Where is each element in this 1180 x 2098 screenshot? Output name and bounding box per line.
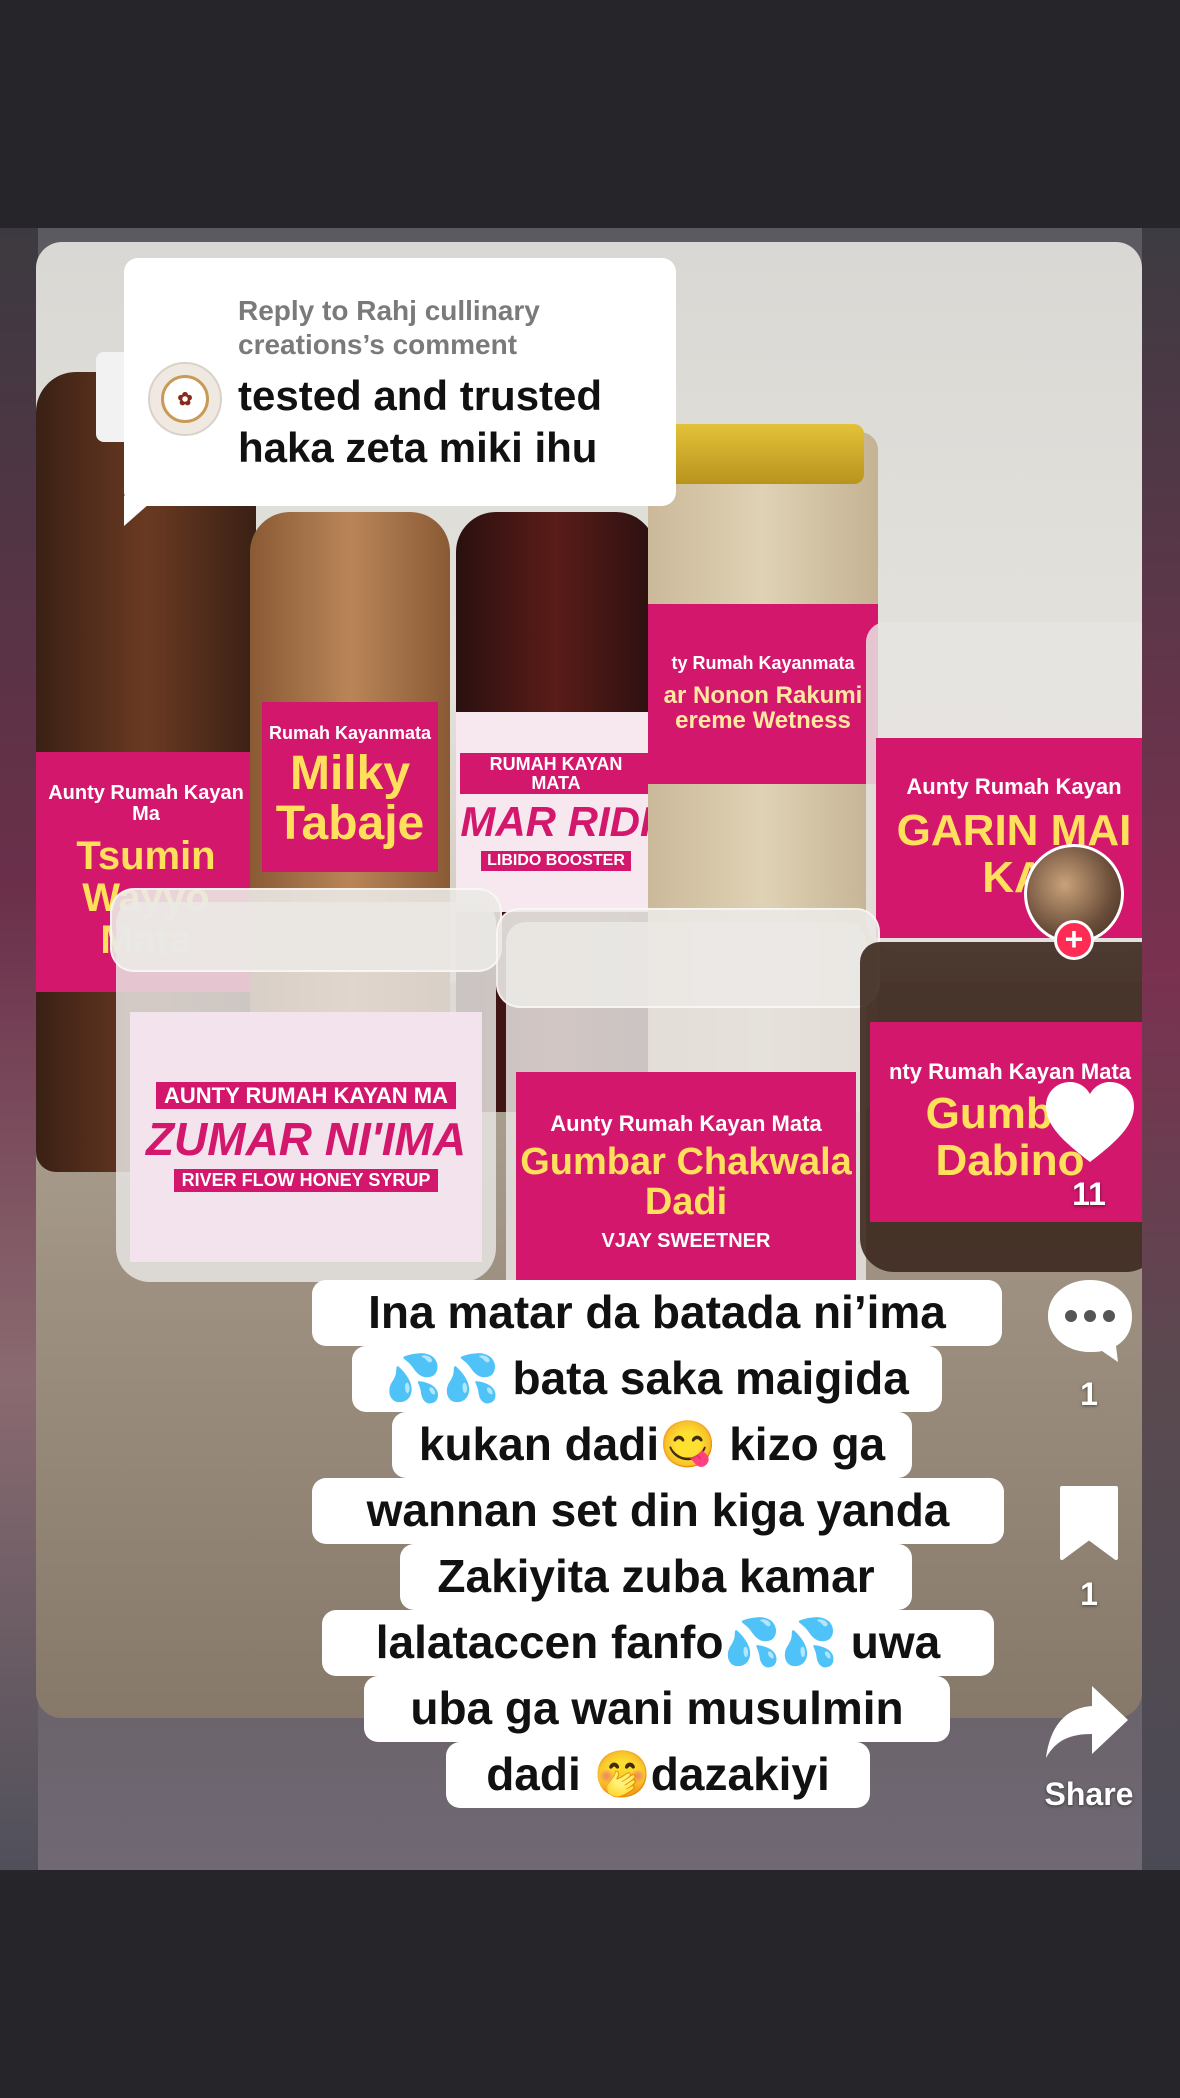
top-bar	[0, 0, 1180, 228]
follow-plus-icon[interactable]: +	[1054, 920, 1094, 960]
product-3-name: MAR RIDI	[460, 798, 652, 846]
product-tub-7: Aunty Rumah Kayan Mata Gumbar Chakwala D…	[496, 908, 880, 1312]
product-7-brand: Aunty Rumah Kayan Mata	[550, 1111, 822, 1137]
bottom-bar	[0, 1870, 1180, 2098]
share-arrow-icon[interactable]	[1044, 1682, 1130, 1762]
bookmark-count: 1	[1080, 1576, 1098, 1612]
caption-line-4: wannan set din kiga yanda	[312, 1478, 1004, 1544]
caption-line-5: Zakiyita zuba kamar	[400, 1544, 912, 1610]
reply-card-tail	[124, 496, 158, 526]
product-6-name: ZUMAR NI'IMA	[145, 1112, 467, 1165]
product-tub-6: AUNTY RUMAH KAYAN MA ZUMAR NI'IMA RIVER …	[110, 888, 502, 1282]
reply-comment-line-2: haka zeta miki ihu	[238, 424, 598, 471]
background-blur-left	[0, 228, 38, 1870]
product-4-brand: ty Rumah Kayanmata	[671, 653, 855, 674]
reply-to-label: Reply to Rahj cullinary creations’s comm…	[238, 295, 540, 360]
product-4-name: ar Nonon Rakumi ereme Wetness	[663, 682, 863, 735]
heart-icon[interactable]	[1044, 1080, 1136, 1166]
commenter-avatar[interactable]: ✿	[148, 362, 222, 436]
comment-icon[interactable]	[1044, 1276, 1136, 1364]
product-3-sub: LIBIDO BOOSTER	[481, 850, 631, 872]
like-count: 11	[1072, 1176, 1106, 1212]
share-label[interactable]: Share	[1029, 1776, 1149, 1813]
product-6-sub: RIVER FLOW HONEY SYRUP	[173, 1169, 439, 1193]
comment-count: 1	[1080, 1376, 1098, 1412]
product-7-sub: VJAY SWEETNER	[601, 1229, 771, 1252]
caption-line-2: 💦💦 bata saka maigida	[352, 1346, 942, 1412]
product-5-brand: Aunty Rumah Kayan	[906, 774, 1122, 800]
caption-line-7: uba ga wani musulmin	[364, 1676, 950, 1742]
product-2-name: Milky Tabaje	[275, 747, 425, 851]
product-2-brand: Rumah Kayanmata	[268, 723, 432, 744]
caption-line-8: dadi 🤭dazakiyi	[446, 1742, 870, 1808]
chef-logo-icon: ✿	[161, 375, 209, 423]
product-6-brand: AUNTY RUMAH KAYAN MA	[156, 1081, 456, 1109]
product-1-brand: Aunty Rumah Kayan Ma	[48, 782, 244, 825]
background-blur-right	[1142, 228, 1180, 1870]
reply-comment-text: tested and trusted haka zeta miki ihu	[238, 370, 658, 474]
caption-line-1: Ina matar da batada ni’ima	[312, 1280, 1002, 1346]
caption-line-6: lalataccen fanfo💦💦 uwa	[322, 1610, 994, 1676]
product-3-brand: RUMAH KAYAN MATA	[460, 752, 652, 795]
caption-line-3: kukan dadi😋 kizo ga	[392, 1412, 912, 1478]
bookmark-icon[interactable]	[1056, 1484, 1122, 1562]
reply-comment-line-1: tested and trusted	[238, 372, 603, 419]
product-7-name: Gumbar Chakwala Dadi	[520, 1141, 852, 1224]
